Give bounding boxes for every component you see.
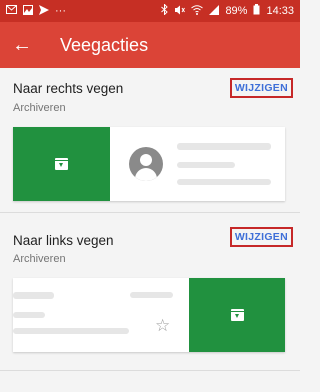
back-button[interactable]: ← xyxy=(0,22,44,68)
swipe-right-title: Naar rechts vegen xyxy=(13,81,124,96)
battery-icon xyxy=(253,4,260,18)
archive-icon xyxy=(55,158,68,170)
swipe-right-section: Naar rechts vegen Archiveren WIJZIGEN xyxy=(0,68,300,207)
placeholder-line xyxy=(177,162,235,168)
swipe-left-title: Naar links vegen xyxy=(13,233,114,248)
gallery-notification-icon xyxy=(23,4,33,18)
placeholder-line xyxy=(13,292,54,299)
signal-icon xyxy=(209,4,220,18)
placeholder-line xyxy=(177,143,271,150)
swipe-right-preview xyxy=(13,127,285,201)
placeholder-line xyxy=(13,312,45,318)
change-swipe-right-button[interactable]: WIJZIGEN xyxy=(229,78,293,98)
swipe-left-action: Archiveren xyxy=(13,253,66,265)
archive-swipe-area xyxy=(189,278,285,352)
status-bar-right: 89% 14:33 xyxy=(161,3,294,18)
swipe-left-preview: ☆ xyxy=(13,278,285,352)
star-icon: ☆ xyxy=(155,316,171,335)
gmail-notification-icon xyxy=(6,5,17,17)
archive-swipe-area xyxy=(13,127,110,201)
archive-icon xyxy=(230,309,244,321)
bluetooth-icon xyxy=(161,3,169,18)
placeholder-line xyxy=(13,328,129,334)
section-divider xyxy=(0,370,300,371)
page-title: Veegacties xyxy=(60,34,149,55)
swipe-right-action: Archiveren xyxy=(13,102,66,114)
swipe-left-section: Naar links vegen Archiveren WIJZIGEN ☆ xyxy=(0,218,300,368)
battery-percentage: 89% xyxy=(225,5,248,17)
back-arrow-icon: ← xyxy=(12,33,32,56)
status-bar: ··· 89% 14:33 xyxy=(0,0,300,22)
placeholder-line xyxy=(130,292,173,298)
mute-icon xyxy=(174,5,186,18)
section-divider xyxy=(0,212,300,213)
status-bar-left: ··· xyxy=(6,4,66,18)
send-notification-icon xyxy=(39,4,49,18)
clock: 14:33 xyxy=(266,5,294,17)
avatar-placeholder xyxy=(129,147,163,181)
placeholder-line xyxy=(177,179,271,185)
app-bar: ← Veegacties xyxy=(0,22,300,68)
change-swipe-left-button[interactable]: WIJZIGEN xyxy=(229,227,293,247)
more-notifications-dots: ··· xyxy=(55,5,66,17)
wifi-icon xyxy=(191,4,204,18)
